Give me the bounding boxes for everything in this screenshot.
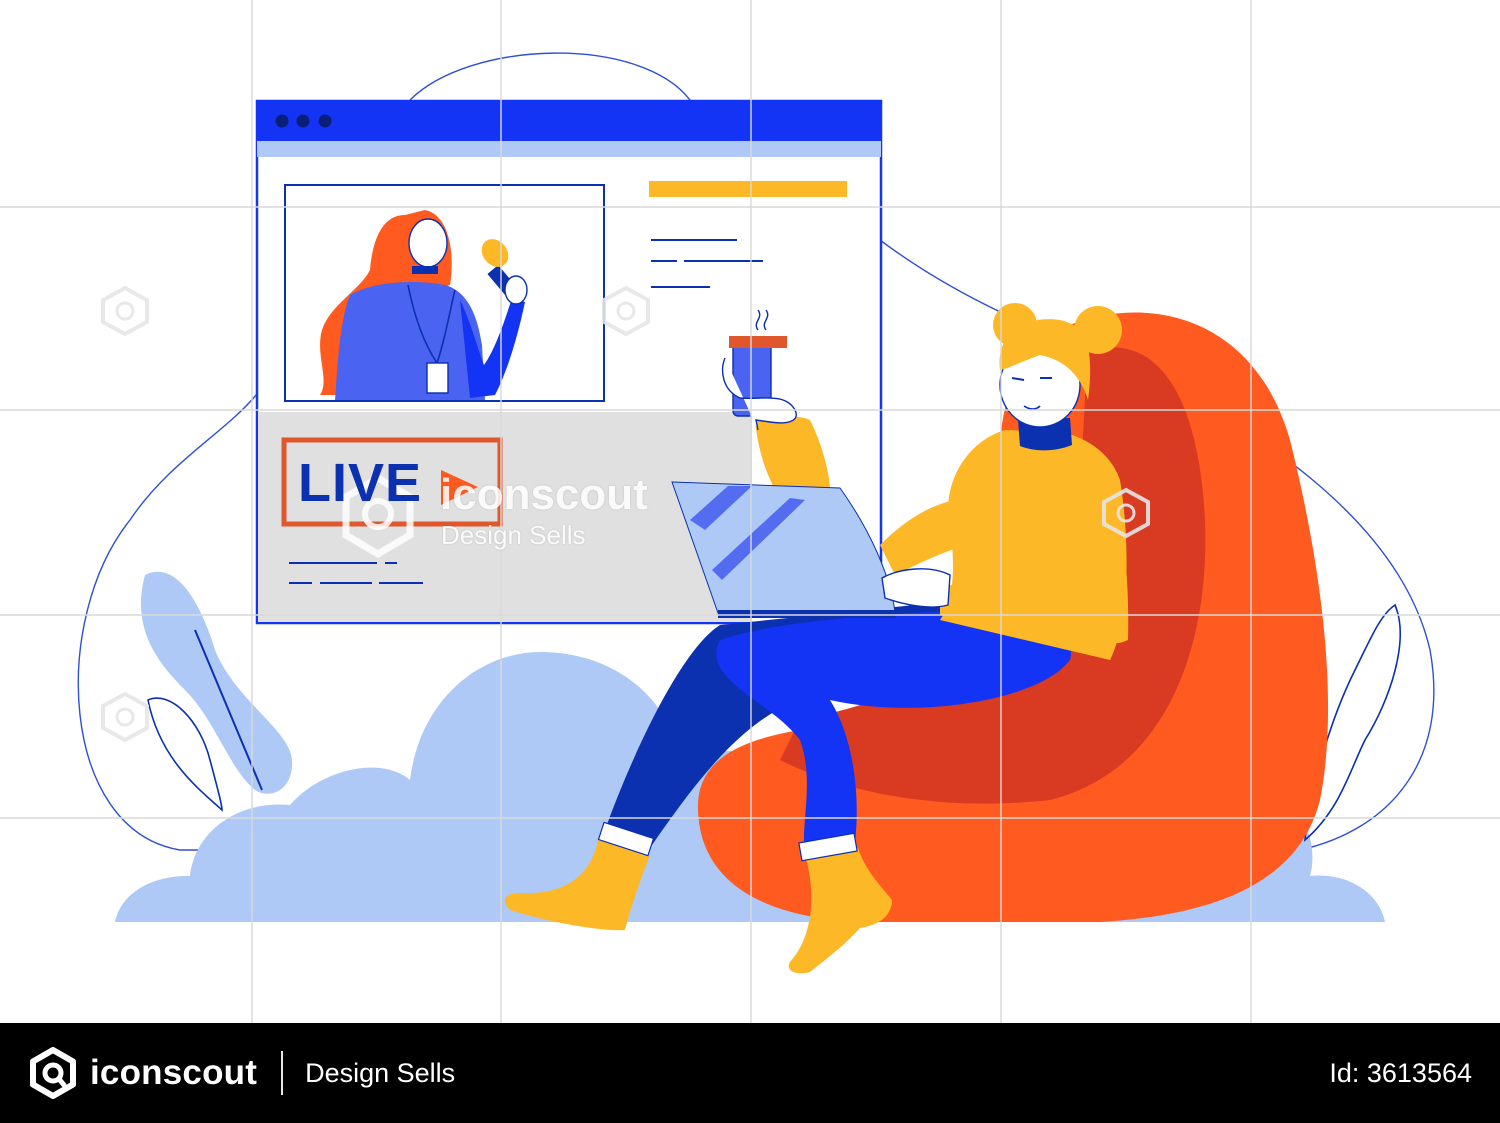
hair-bun-left <box>993 303 1037 347</box>
watermark-brand: iconscout <box>440 470 648 519</box>
footer-brand: iconscout <box>90 1053 258 1092</box>
reporter-collar <box>412 266 438 274</box>
asset-id: Id: 3613564 <box>1329 1057 1472 1088</box>
footer-divider <box>281 1051 284 1095</box>
laptop-base <box>718 610 896 618</box>
footer-logo[interactable]: iconscout <box>28 1047 257 1099</box>
browser-address-strip <box>257 141 881 157</box>
reporter-hand <box>504 275 528 305</box>
illustration-canvas <box>0 0 1500 1023</box>
window-dot-3 <box>318 114 332 128</box>
live-badge-label: LIVE <box>298 453 423 513</box>
watermark-hex-icon <box>101 285 149 337</box>
browser-titlebar <box>257 101 881 141</box>
footer-tagline: Design Sells <box>305 1057 456 1088</box>
coffee-cup-lid <box>729 336 787 348</box>
hair-bun-right <box>1074 306 1122 354</box>
iconscout-logo-icon <box>30 1047 76 1099</box>
reporter-face <box>408 218 448 268</box>
window-dot-2 <box>296 114 310 128</box>
press-badge <box>426 362 449 394</box>
reporter-body <box>335 282 485 400</box>
watermark-tagline: Design Sells <box>441 520 586 550</box>
headline-placeholder-bar <box>649 181 847 197</box>
sweater-arm-lower <box>880 500 965 575</box>
window-dot-1 <box>275 114 289 128</box>
watermark-hex-icon <box>101 691 149 743</box>
footer-bar: iconscout Design Sells Id: 3613564 <box>0 1023 1500 1123</box>
